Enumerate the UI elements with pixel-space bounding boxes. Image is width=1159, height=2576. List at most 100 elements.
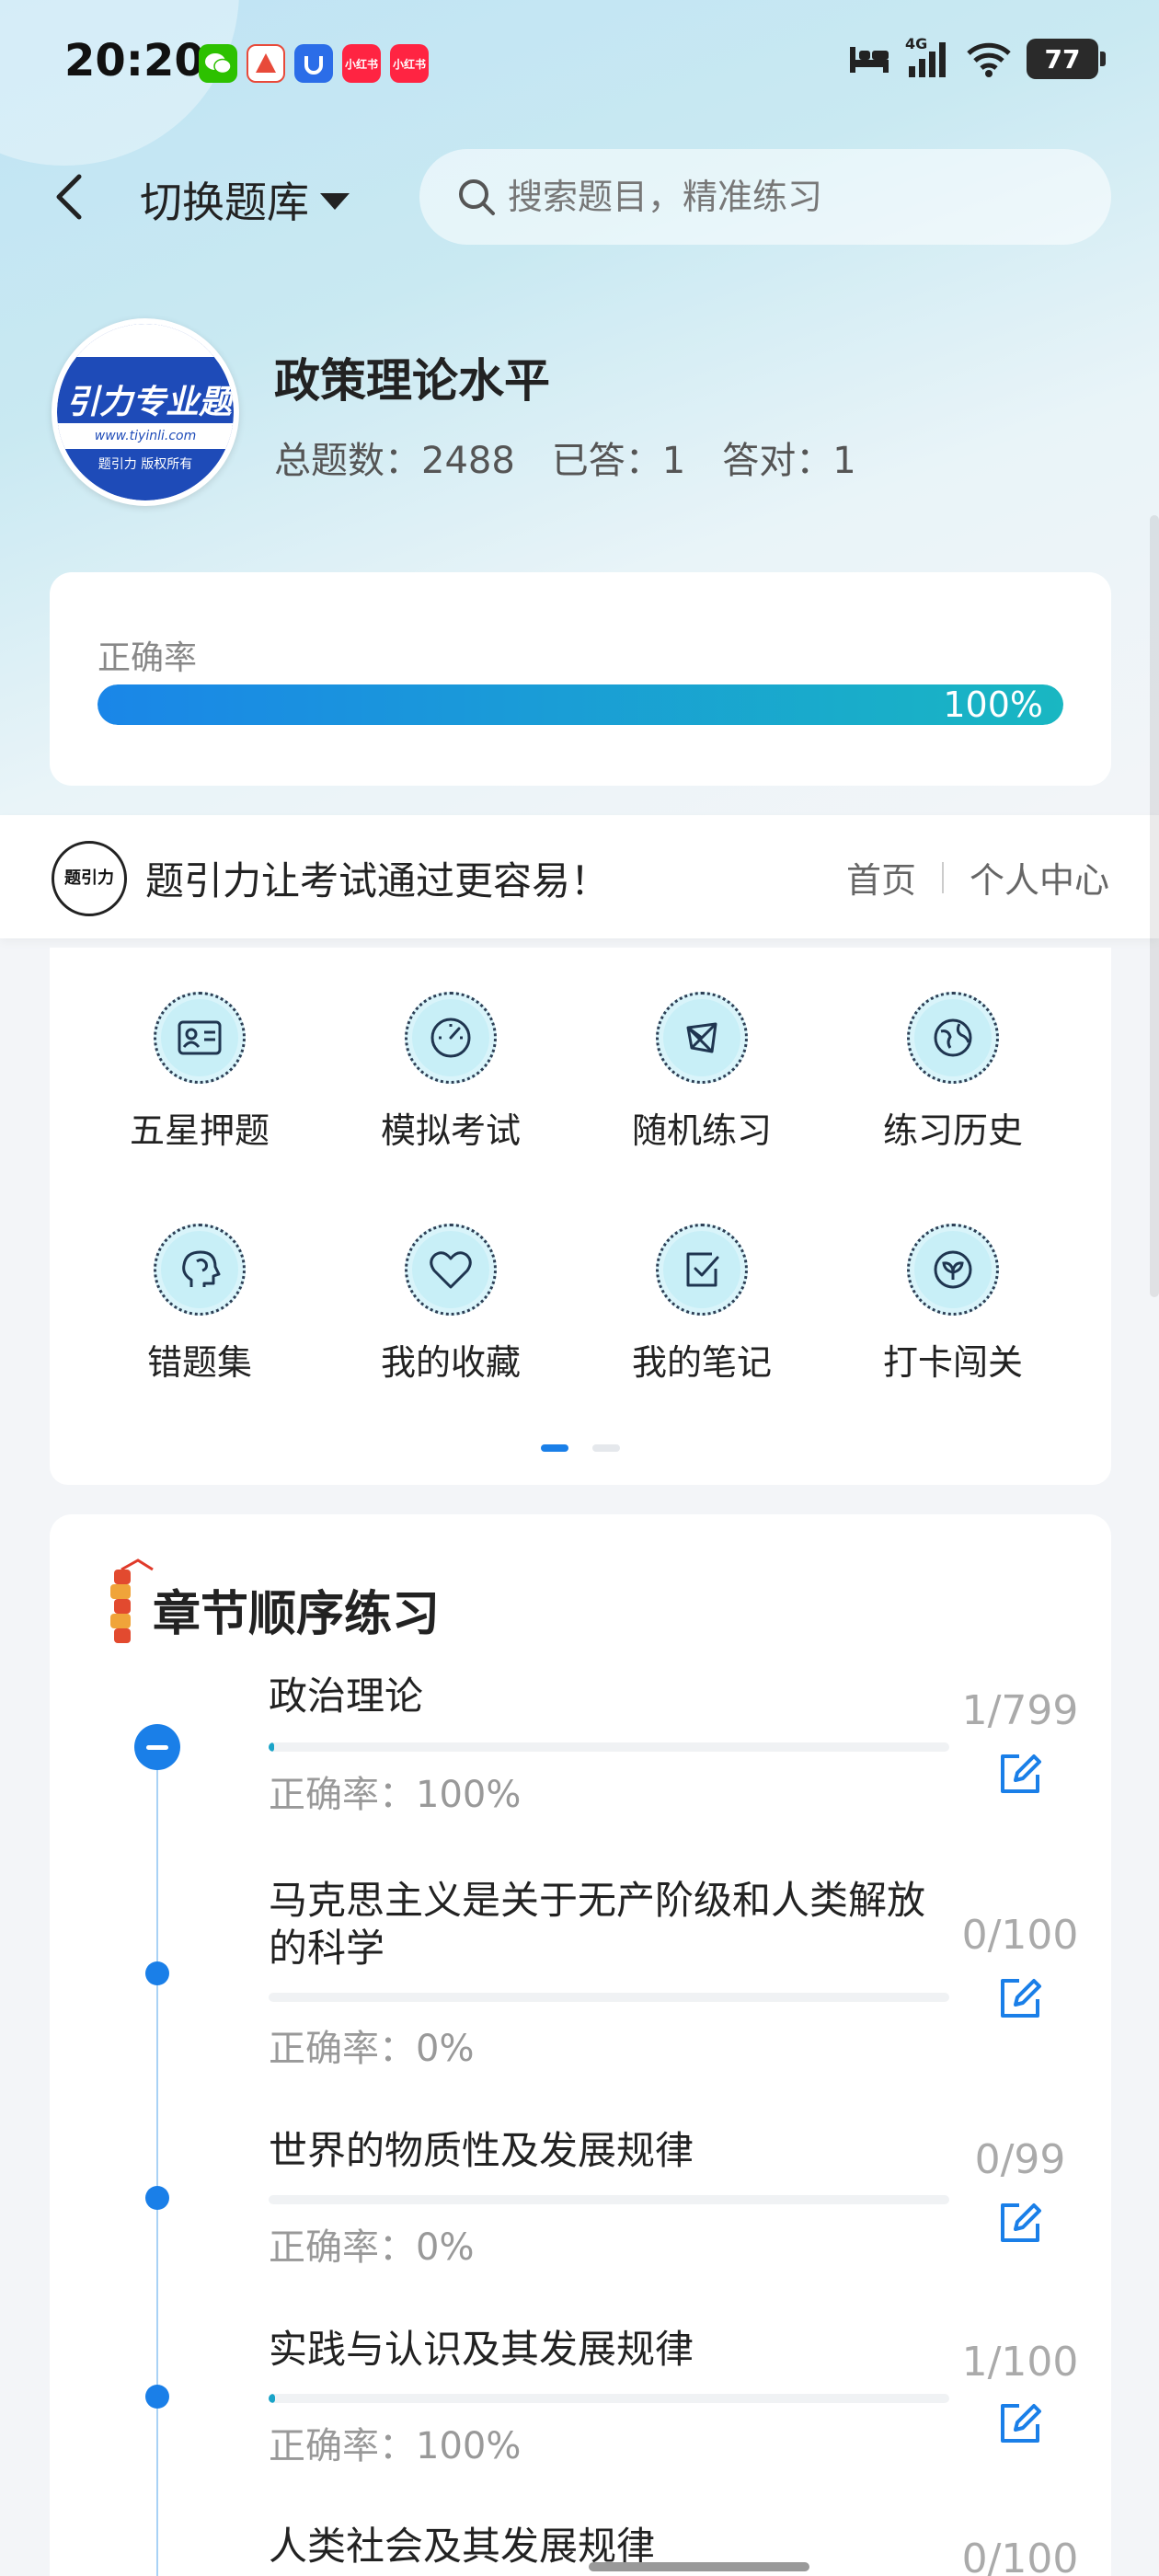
chapter-name[interactable]: 政治理论	[269, 1673, 949, 1720]
collapse-node[interactable]	[134, 1724, 180, 1770]
search-icon	[459, 179, 495, 215]
caret-down-icon	[320, 193, 350, 210]
feature-wrong-set[interactable]: 错题集	[85, 1224, 315, 1385]
chapter-node	[145, 1961, 169, 1985]
chapter-name[interactable]: 马克思主义是关于无产阶级和人类解放的科学	[269, 1877, 949, 1972]
feature-five-star[interactable]: 五星押题	[85, 992, 315, 1153]
feature-random-practice[interactable]: 随机练习	[587, 992, 817, 1153]
feature-label: 模拟考试	[380, 1110, 521, 1151]
chapter-practice-card: 章节顺序练习 政治理论 正确率：100% 1/799 马克思主义是关于无产阶级和…	[50, 1514, 1111, 2576]
accuracy-bar-fill: 100%	[98, 684, 1063, 725]
chapter-progress-bar	[269, 1993, 949, 2002]
home-indicator[interactable]	[589, 2562, 809, 2571]
chapter-node	[145, 2385, 169, 2409]
wechat-icon	[199, 44, 237, 83]
bed-icon	[850, 47, 889, 73]
answered-count: 已答：1	[551, 440, 686, 482]
logo-sub: 题引力 版权所有	[98, 457, 193, 472]
bank-logo: 引力专业题 www.tiyinli.com 题引力 版权所有	[52, 318, 239, 506]
switch-bank-label: 切换题库	[140, 178, 309, 227]
logo-text: 引力专业题	[65, 384, 232, 421]
battery-indicator: 77	[1027, 39, 1106, 79]
back-button[interactable]	[52, 167, 96, 226]
feature-label: 我的笔记	[631, 1342, 772, 1383]
chapter-accuracy: 正确率：100%	[269, 1774, 522, 1816]
chapter-count: 0/100	[961, 1912, 1079, 1959]
feature-notes[interactable]: 我的笔记	[587, 1224, 817, 1385]
network-icon	[686, 1022, 717, 1053]
feature-label: 练习历史	[882, 1110, 1023, 1151]
id-card-icon	[178, 1020, 222, 1055]
page-indicator	[541, 1444, 620, 1452]
chapter-node	[145, 2186, 169, 2210]
edit-icon	[1001, 1754, 1041, 1793]
banner-links: 首页 个人中心	[846, 852, 1109, 903]
chapter-progress-fill	[269, 2394, 276, 2403]
logo-url: www.tiyinli.com	[57, 423, 234, 449]
link-divider	[941, 861, 944, 893]
app-red-icon	[247, 44, 285, 83]
status-time: 20:20	[64, 35, 205, 86]
switch-bank-dropdown[interactable]: 切换题库	[140, 169, 350, 230]
wifi-icon	[967, 42, 1011, 77]
banner-logo: 题引力	[52, 841, 127, 916]
scrollbar[interactable]	[1150, 515, 1159, 1297]
chapter-accuracy: 正确率：0%	[269, 2226, 475, 2269]
status-bar: 20:20 小红书 小红书 4G 77	[0, 0, 1159, 129]
xiaohongshu-icon-2: 小红书	[390, 44, 429, 83]
feature-mock-exam[interactable]: 模拟考试	[336, 992, 566, 1153]
system-icons: 4G 77	[848, 35, 1106, 79]
globe-icon	[934, 1018, 972, 1057]
feature-label: 随机练习	[631, 1110, 772, 1151]
feature-history[interactable]: 练习历史	[838, 992, 1068, 1153]
check-note-icon	[686, 1252, 719, 1287]
bank-stats: 总题数：2488 已答：1 答对：1	[274, 431, 856, 484]
notification-icons: 小红书 小红书	[199, 44, 429, 83]
edit-icon	[1001, 2203, 1041, 2242]
signal-icon: 4G	[905, 35, 951, 79]
chapter-accuracy: 正确率：100%	[269, 2425, 522, 2467]
accuracy-percent: 100%	[943, 684, 1043, 725]
feature-label: 五星押题	[129, 1110, 270, 1151]
app-blue-icon	[294, 44, 333, 83]
page-dot[interactable]	[592, 1444, 620, 1452]
feature-checkin[interactable]: 打卡闯关	[838, 1224, 1068, 1385]
chapter-count: 1/799	[961, 1687, 1079, 1734]
feature-favorites[interactable]: 我的收藏	[336, 1224, 566, 1385]
feature-grid: 五星押题 模拟考试 随机练习 练习历史 错题集 我的收藏 我的笔记 打卡闯关	[50, 948, 1111, 1485]
chapter-progress-fill	[269, 1742, 274, 1752]
chapter-name[interactable]: 实践与认识及其发展规律	[269, 2326, 949, 2374]
page-dot-active[interactable]	[541, 1444, 568, 1452]
correct-count: 答对：1	[722, 440, 856, 482]
chapter-count: 0/100	[961, 2536, 1079, 2576]
practice-edit-button[interactable]	[981, 1746, 1060, 1801]
accuracy-bar: 100%	[98, 684, 1063, 725]
search-input[interactable]	[508, 177, 1060, 217]
xiaohongshu-icon: 小红书	[342, 44, 381, 83]
search-bar[interactable]	[419, 149, 1111, 245]
feature-label: 打卡闯关	[882, 1342, 1023, 1383]
chapter-name[interactable]: 世界的物质性及发展规律	[269, 2127, 949, 2175]
feature-label: 我的收藏	[380, 1342, 521, 1383]
chapter-count: 1/100	[961, 2339, 1079, 2386]
promo-banner: 题引力 题引力让考试通过更容易！ 首页 个人中心	[0, 815, 1159, 938]
banner-slogan: 题引力让考试通过更容易！	[145, 858, 610, 903]
speedometer-icon	[430, 1018, 471, 1058]
chapter-progress-bar	[269, 2394, 949, 2403]
chapter-accuracy: 正确率：0%	[269, 2028, 475, 2070]
brain-icon	[182, 1250, 221, 1287]
edit-icon	[1001, 2404, 1041, 2443]
profile-link[interactable]: 个人中心	[970, 852, 1109, 903]
chapter-progress-bar	[269, 1742, 949, 1752]
accuracy-label: 正确率	[98, 639, 198, 677]
chapter-progress-bar	[269, 2195, 949, 2204]
home-link[interactable]: 首页	[846, 852, 916, 903]
chapter-section-title: 章节顺序练习	[153, 1587, 441, 1642]
practice-edit-button[interactable]	[981, 2396, 1060, 2451]
heart-icon	[430, 1251, 472, 1289]
chapter-timeline	[156, 1741, 158, 2576]
badge-icon	[934, 1250, 972, 1289]
accuracy-card: 正确率 100%	[50, 572, 1111, 786]
practice-edit-button[interactable]	[981, 1971, 1060, 2026]
practice-edit-button[interactable]	[981, 2195, 1060, 2250]
